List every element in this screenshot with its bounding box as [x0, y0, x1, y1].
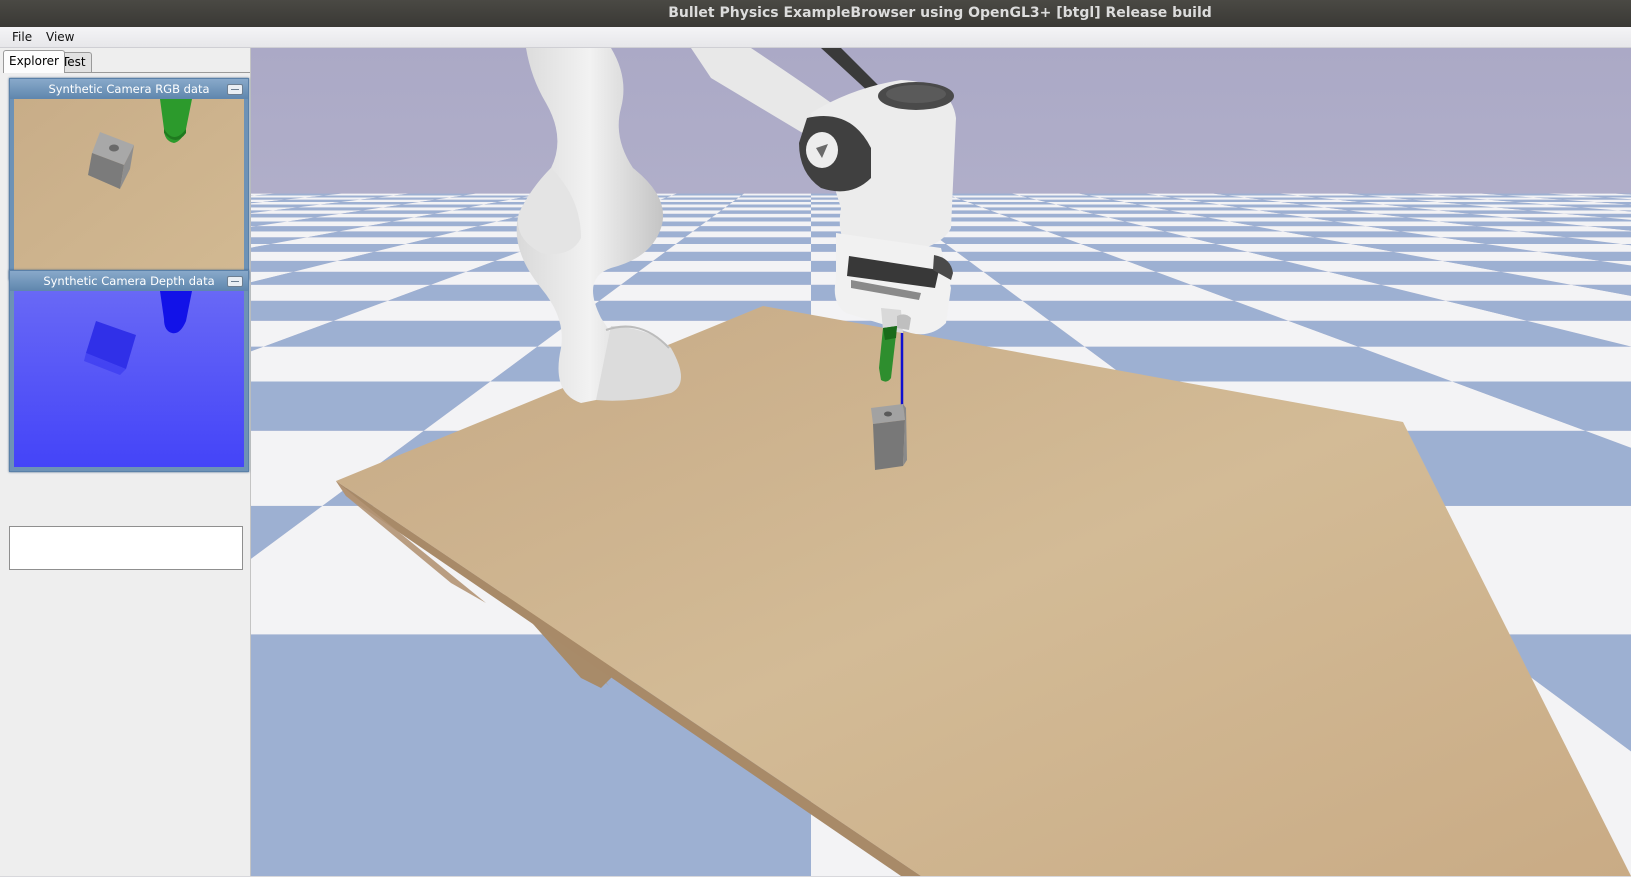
floor-tile — [1079, 194, 1159, 196]
floor-tile — [1080, 210, 1188, 213]
floor-tile — [450, 196, 533, 198]
floor-tile — [999, 214, 1108, 218]
floor-tile — [654, 200, 735, 202]
minimize-icon[interactable] — [227, 84, 243, 95]
floor-tile — [1020, 222, 1143, 227]
floor-tile — [419, 200, 510, 202]
rgb-camera-header[interactable]: Synthetic Camera RGB data — [10, 79, 248, 99]
floor-tile — [1046, 202, 1138, 205]
floor-tile — [929, 231, 1063, 237]
floor-tile — [739, 196, 811, 198]
menu-file[interactable]: File — [12, 28, 32, 46]
floor-tile — [414, 214, 528, 218]
floor-tile — [736, 198, 811, 200]
tab-explorer[interactable]: Explorer — [3, 50, 65, 73]
floor-tile — [1100, 198, 1187, 200]
floor-tile — [982, 207, 1080, 210]
floor-tile — [653, 252, 811, 261]
floor-tile — [693, 226, 811, 231]
floor-tile — [1089, 196, 1172, 198]
floor-tile — [1028, 198, 1112, 200]
floor-tile — [946, 244, 1102, 252]
menu-view[interactable]: View — [46, 28, 74, 46]
rgb-camera-window[interactable]: Synthetic Camera RGB data — [9, 78, 249, 280]
empty-parameter-box[interactable] — [9, 526, 243, 570]
floor-tile — [956, 198, 1037, 200]
floor-tile — [661, 198, 739, 200]
floor-tile — [639, 261, 811, 272]
floor-tile — [1068, 207, 1170, 210]
depth-camera-header[interactable]: Synthetic Camera Depth data — [10, 271, 248, 291]
floor-tile — [1012, 194, 1089, 196]
floor-tile — [676, 237, 811, 244]
floor-tile — [945, 194, 1020, 196]
floor-tile — [968, 202, 1057, 205]
floor-tile — [733, 200, 811, 202]
floor-tile — [717, 210, 811, 213]
floor-tile — [1036, 200, 1124, 202]
floor-tile — [975, 205, 1068, 208]
depth-camera-view — [14, 291, 244, 467]
menu-bar: File View — [0, 27, 1631, 48]
floor-tile — [983, 272, 1191, 285]
floor-tile — [1047, 231, 1189, 237]
floor-tile — [990, 210, 1093, 213]
rgb-camera-view — [14, 99, 244, 275]
floor-tile — [937, 237, 1081, 244]
floor-tile — [672, 194, 744, 196]
floor-tile — [726, 205, 812, 208]
floor-tile — [251, 347, 537, 382]
floor-tile — [1056, 205, 1153, 208]
floor-tile — [712, 214, 811, 218]
floor-tile — [741, 194, 811, 196]
grey-block — [871, 404, 907, 470]
minimize-icon[interactable] — [227, 276, 243, 287]
depth-camera-window[interactable]: Synthetic Camera Depth data — [9, 270, 249, 472]
floor-tile — [1009, 217, 1125, 221]
floor-tile — [721, 207, 811, 210]
floor-tile — [599, 285, 811, 301]
rgb-camera-title: Synthetic Camera RGB data — [48, 82, 209, 96]
floor-tile — [957, 252, 1127, 261]
floor-tile — [665, 244, 811, 252]
depth-camera-title: Synthetic Camera Depth data — [43, 274, 214, 288]
3d-viewport[interactable] — [251, 48, 1631, 876]
floor-tile — [1112, 200, 1203, 202]
floor-tile — [621, 272, 811, 285]
floor-tile — [685, 231, 811, 237]
floor-tile — [666, 196, 741, 198]
explorer-sidebar: Explorer Test Synthetic Camera RGB data — [0, 48, 251, 876]
floor-tile — [950, 196, 1028, 198]
floor-tile — [1093, 214, 1207, 218]
floor-tile — [729, 202, 811, 205]
window-titlebar: Bullet Physics ExampleBrowser using Open… — [0, 0, 1631, 27]
window-title: Bullet Physics ExampleBrowser using Open… — [0, 0, 1631, 27]
floor-tile — [700, 222, 811, 227]
floor-tile — [961, 200, 1046, 202]
floor-tile — [969, 261, 1156, 272]
floor-tile — [1033, 226, 1165, 231]
floor-tile — [1020, 196, 1100, 198]
floor-tile — [706, 217, 811, 221]
floor-tile — [435, 198, 522, 200]
